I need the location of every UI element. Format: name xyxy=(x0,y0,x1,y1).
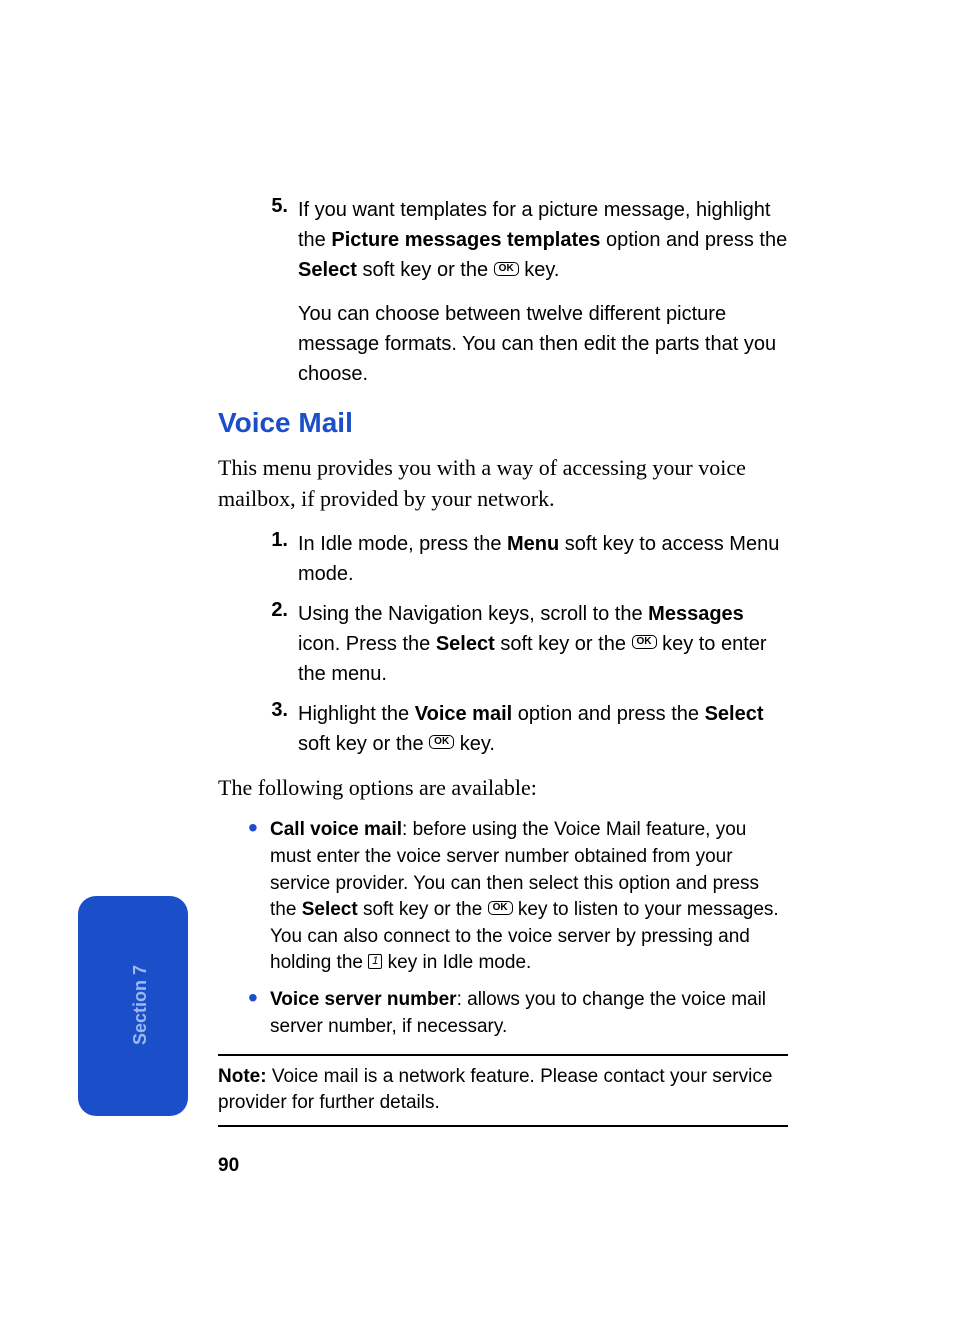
text: key in Idle mode. xyxy=(382,952,531,973)
page-number: 90 xyxy=(218,1155,788,1177)
step-number: 1. xyxy=(268,529,298,589)
step-5: 5. If you want templates for a picture m… xyxy=(268,195,788,389)
step-1: 1. In Idle mode, press the Menu soft key… xyxy=(268,529,788,589)
divider xyxy=(218,1054,788,1056)
text: key. xyxy=(519,259,560,281)
bold-text: Select xyxy=(705,703,764,725)
section-heading: Voice Mail xyxy=(218,407,788,439)
bold-text: Call voice mail xyxy=(270,819,402,840)
ok-key-icon: OK xyxy=(488,901,513,915)
divider xyxy=(218,1125,788,1127)
ok-key-icon: OK xyxy=(429,735,454,749)
step-body: Using the Navigation keys, scroll to the… xyxy=(298,599,788,689)
text: soft key or the xyxy=(357,259,494,281)
bold-text: Select xyxy=(436,633,495,655)
note-label: Note: xyxy=(218,1066,267,1087)
bullet-voice-server-number: • Voice server number: allows you to cha… xyxy=(248,987,788,1040)
bold-text: Voice mail xyxy=(415,703,512,725)
step-number: 5. xyxy=(268,195,298,389)
bullet-body: Voice server number: allows you to chang… xyxy=(270,987,788,1040)
step-3: 3. Highlight the Voice mail option and p… xyxy=(268,699,788,759)
bullet-icon: • xyxy=(248,817,270,977)
step-body: In Idle mode, press the Menu soft key to… xyxy=(298,529,788,589)
text: option and press the xyxy=(600,229,787,251)
bold-text: Menu xyxy=(507,533,559,555)
text: Using the Navigation keys, scroll to the xyxy=(298,603,648,625)
text: soft key or the xyxy=(298,733,429,755)
bold-text: Voice server number xyxy=(270,989,457,1010)
followup-paragraph: The following options are available: xyxy=(218,773,788,804)
step-body: Highlight the Voice mail option and pres… xyxy=(298,699,788,759)
page-content: 5. If you want templates for a picture m… xyxy=(218,195,788,1177)
bold-text: Select xyxy=(298,259,357,281)
text: Highlight the xyxy=(298,703,415,725)
step-body: If you want templates for a picture mess… xyxy=(298,195,788,389)
text: You can choose between twelve different … xyxy=(298,303,776,385)
bold-text: Picture messages templates xyxy=(331,229,600,251)
bold-text: Select xyxy=(302,899,358,920)
bullet-call-voice-mail: • Call voice mail: before using the Voic… xyxy=(248,817,788,977)
step-2: 2. Using the Navigation keys, scroll to … xyxy=(268,599,788,689)
section-tab-label: Section 7 xyxy=(130,965,151,1045)
note-text-body: Voice mail is a network feature. Please … xyxy=(218,1066,772,1113)
ok-key-icon: OK xyxy=(494,262,519,276)
text: soft key or the xyxy=(358,899,488,920)
note: Note: Voice mail is a network feature. P… xyxy=(218,1064,788,1115)
ok-key-icon: OK xyxy=(632,635,657,649)
text: option and press the xyxy=(512,703,704,725)
bold-text: Messages xyxy=(648,603,744,625)
bullet-body: Call voice mail: before using the Voice … xyxy=(270,817,788,977)
text: soft key or the xyxy=(495,633,632,655)
step-number: 3. xyxy=(268,699,298,759)
one-key-icon: 1 xyxy=(368,954,382,969)
text: In Idle mode, press the xyxy=(298,533,507,555)
text: key. xyxy=(454,733,495,755)
intro-paragraph: This menu provides you with a way of acc… xyxy=(218,453,788,515)
step-number: 2. xyxy=(268,599,298,689)
bullet-icon: • xyxy=(248,987,270,1040)
text: icon. Press the xyxy=(298,633,436,655)
